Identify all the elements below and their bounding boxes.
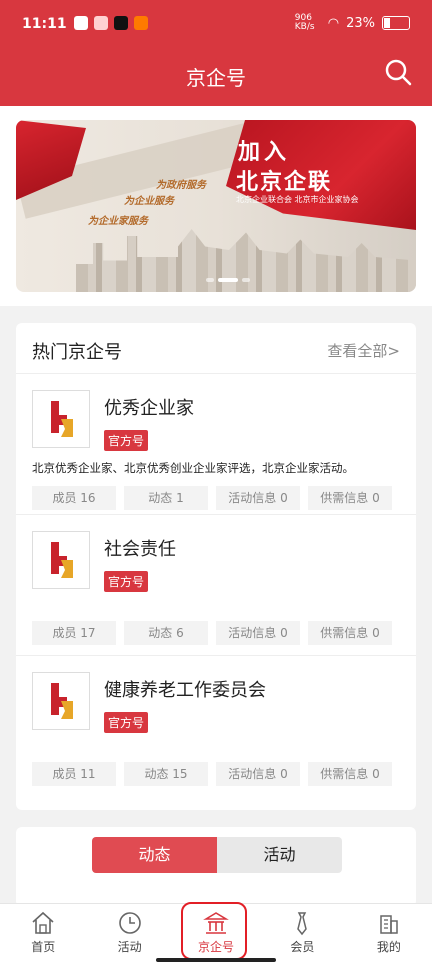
stat-events: 活动信息 0 <box>216 762 300 786</box>
notification-icons <box>74 16 148 30</box>
account-desc: 北京优秀企业家、北京优秀创业企业家评选，北京企业家活动。 <box>32 461 354 475</box>
tab-mine[interactable]: 我的 <box>346 904 432 965</box>
account-logo <box>32 531 90 589</box>
clock-icon <box>118 912 141 934</box>
battery-percent: 23% <box>346 15 375 31</box>
logo-icon <box>51 683 73 719</box>
status-right: 906 KB/s ◠ 23% <box>295 14 410 32</box>
banner-line2: 北京企联 <box>236 170 333 195</box>
stat-events: 活动信息 0 <box>216 486 300 510</box>
wifi-icon: ◠ <box>327 15 340 31</box>
status-time: 11:11 <box>22 16 67 32</box>
tab-label: 活动 <box>117 940 142 954</box>
official-badge: 官方号 <box>104 712 149 733</box>
stat-posts: 动态 1 <box>124 486 208 510</box>
network-speed: 906 KB/s <box>294 13 315 32</box>
stat-members: 成员 11 <box>32 762 116 786</box>
banner-sub: 北京企业联合会 北京市企业家协会 <box>236 195 359 204</box>
official-badge: 官方号 <box>104 430 149 451</box>
tab-home[interactable]: 首页 <box>0 904 86 965</box>
stat-supply: 供需信息 0 <box>308 762 392 786</box>
tab-jingqihao[interactable]: 京企号 <box>173 904 259 965</box>
account-logo <box>32 390 90 448</box>
tab-label: 京企号 <box>198 940 235 954</box>
building-icon <box>380 915 398 934</box>
stat-supply: 供需信息 0 <box>308 621 392 645</box>
tie-icon <box>297 912 308 936</box>
stats-row: 成员 11 动态 15 活动信息 0 供需信息 0 <box>32 762 392 786</box>
account-name: 优秀企业家 <box>104 398 194 419</box>
battery-icon <box>382 16 410 30</box>
home-icon <box>32 911 54 934</box>
temple-icon <box>203 912 229 934</box>
stat-posts: 动态 15 <box>124 762 208 786</box>
tab-activities[interactable]: 活动 <box>217 837 342 873</box>
feed-card: 动态 活动 <box>16 827 416 907</box>
status-bar: 11:11 906 KB/s ◠ 23% <box>0 0 432 50</box>
tab-label: 会员 <box>290 940 315 954</box>
page-title: 京企号 <box>186 66 246 90</box>
logo-icon <box>51 542 73 578</box>
stat-events: 活动信息 0 <box>216 621 300 645</box>
tab-label: 首页 <box>31 940 56 954</box>
tab-label: 我的 <box>376 940 401 954</box>
stats-row: 成员 16 动态 1 活动信息 0 供需信息 0 <box>32 486 392 510</box>
segment-control: 动态 活动 <box>92 837 342 873</box>
banner-section: 为政府服务 为企业服务 为企业家服务 加入 北京企联 北京企业联合会 北京市企业… <box>0 106 432 306</box>
tab-posts[interactable]: 动态 <box>92 837 217 873</box>
app-notify-icon <box>94 16 108 30</box>
carousel-dots <box>206 278 250 282</box>
banner-slogan: 为政府服务 <box>156 180 206 191</box>
stats-row: 成员 17 动态 6 活动信息 0 供需信息 0 <box>32 621 392 645</box>
banner-line1: 加入 <box>238 140 291 165</box>
list-item[interactable]: 健康养老工作委员会 官方号 成员 11 动态 15 活动信息 0 供需信息 0 <box>16 656 416 796</box>
stat-members: 成员 17 <box>32 621 116 645</box>
gesture-bar[interactable] <box>156 958 276 962</box>
banner-carousel[interactable]: 为政府服务 为企业服务 为企业家服务 加入 北京企联 北京企业联合会 北京市企业… <box>16 120 416 292</box>
tab-member[interactable]: 会员 <box>259 904 345 965</box>
banner-slogan: 为企业家服务 <box>88 216 148 227</box>
account-logo <box>32 672 90 730</box>
stat-posts: 动态 6 <box>124 621 208 645</box>
section-title: 热门京企号 <box>32 342 122 363</box>
app-header: 11:11 906 KB/s ◠ 23% 京企号 <box>0 0 432 106</box>
banner-slogan: 为企业服务 <box>124 196 174 207</box>
bottom-tabbar: 首页 活动 京企号 会员 我的 <box>0 903 432 965</box>
stat-supply: 供需信息 0 <box>308 486 392 510</box>
app-notify-icon-2 <box>134 16 148 30</box>
search-icon <box>385 59 412 86</box>
hot-accounts-card: 热门京企号 查看全部> 优秀企业家 官方号 北京优秀企业家、北京优秀创业企业家评… <box>16 323 416 810</box>
account-name: 健康养老工作委员会 <box>104 680 266 701</box>
search-button[interactable] <box>384 58 412 86</box>
tiktok-icon <box>114 16 128 30</box>
official-badge: 官方号 <box>104 571 149 592</box>
tab-activity[interactable]: 活动 <box>86 904 172 965</box>
account-name: 社会责任 <box>104 539 176 560</box>
list-item[interactable]: 优秀企业家 官方号 北京优秀企业家、北京优秀创业企业家评选，北京企业家活动。 成… <box>16 374 416 515</box>
see-all-link[interactable]: 查看全部> <box>327 340 400 361</box>
crown-icon <box>74 16 88 30</box>
hot-header: 热门京企号 查看全部> <box>16 323 416 374</box>
list-item[interactable]: 社会责任 官方号 成员 17 动态 6 活动信息 0 供需信息 0 <box>16 515 416 656</box>
logo-icon <box>51 401 73 437</box>
stat-members: 成员 16 <box>32 486 116 510</box>
